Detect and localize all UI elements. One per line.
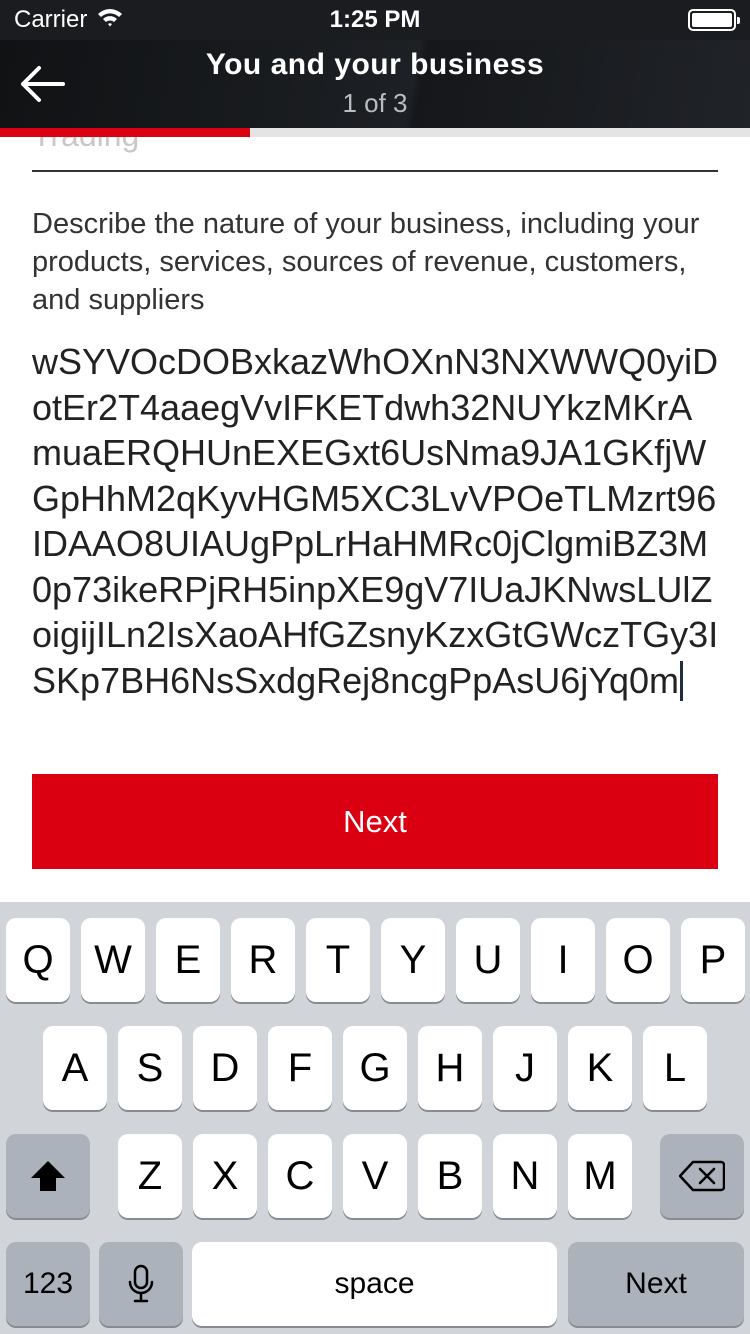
microphone-icon xyxy=(128,1264,154,1303)
status-bar: Carrier 1:25 PM xyxy=(0,0,750,40)
keyboard: QWERTYUIOP ASDFGHJKL ZXCVBNM 123 space N… xyxy=(0,902,750,1334)
key-i[interactable]: I xyxy=(531,918,595,1002)
shift-key[interactable] xyxy=(6,1134,90,1218)
key-b[interactable]: B xyxy=(418,1134,482,1218)
key-h[interactable]: H xyxy=(418,1026,482,1110)
key-j[interactable]: J xyxy=(493,1026,557,1110)
key-f[interactable]: F xyxy=(268,1026,332,1110)
key-u[interactable]: U xyxy=(456,918,520,1002)
form-content: Trading Describe the nature of your busi… xyxy=(0,137,750,902)
key-q[interactable]: Q xyxy=(6,918,70,1002)
dictation-key[interactable] xyxy=(99,1242,183,1326)
key-v[interactable]: V xyxy=(343,1134,407,1218)
business-description-text: wSYVOcDOBxkazWhOXnN3NXWWQ0yiDotEr2T4aaeg… xyxy=(32,341,719,701)
key-p[interactable]: P xyxy=(681,918,745,1002)
key-o[interactable]: O xyxy=(606,918,670,1002)
page-title: You and your business xyxy=(205,48,545,81)
business-description-input[interactable]: wSYVOcDOBxkazWhOXnN3NXWWQ0yiDotEr2T4aaeg… xyxy=(32,339,722,703)
battery-level xyxy=(692,13,732,27)
key-x[interactable]: X xyxy=(193,1134,257,1218)
numbers-key[interactable]: 123 xyxy=(6,1242,90,1326)
key-l[interactable]: L xyxy=(643,1026,707,1110)
status-left: Carrier xyxy=(14,6,123,34)
carrier-label: Carrier xyxy=(14,6,88,33)
wifi-icon xyxy=(97,6,123,34)
key-a[interactable]: A xyxy=(43,1026,107,1110)
key-e[interactable]: E xyxy=(156,918,220,1002)
delete-key[interactable] xyxy=(660,1134,744,1218)
text-caret xyxy=(680,660,684,701)
previous-field-underline xyxy=(32,170,718,172)
key-n[interactable]: N xyxy=(493,1134,557,1218)
step-indicator: 1 of 3 xyxy=(342,88,408,118)
backspace-icon xyxy=(679,1160,725,1192)
previous-field-value[interactable]: Trading xyxy=(32,137,139,154)
key-d[interactable]: D xyxy=(193,1026,257,1110)
return-key[interactable]: Next xyxy=(568,1242,744,1326)
key-t[interactable]: T xyxy=(306,918,370,1002)
key-s[interactable]: S xyxy=(118,1026,182,1110)
business-description-label: Describe the nature of your business, in… xyxy=(32,208,700,316)
key-z[interactable]: Z xyxy=(118,1134,182,1218)
navigation-bar: You and your business 1 of 3 xyxy=(0,40,750,128)
key-m[interactable]: M xyxy=(568,1134,632,1218)
key-k[interactable]: K xyxy=(568,1026,632,1110)
key-c[interactable]: C xyxy=(268,1134,332,1218)
battery-icon xyxy=(688,9,740,31)
space-key[interactable]: space xyxy=(192,1242,557,1326)
key-r[interactable]: R xyxy=(231,918,295,1002)
key-g[interactable]: G xyxy=(343,1026,407,1110)
shift-arrow-icon xyxy=(31,1161,65,1191)
next-button[interactable]: Next xyxy=(32,774,718,869)
key-y[interactable]: Y xyxy=(381,918,445,1002)
key-w[interactable]: W xyxy=(81,918,145,1002)
progress-bar xyxy=(0,128,750,137)
progress-bar-fill xyxy=(0,128,250,137)
